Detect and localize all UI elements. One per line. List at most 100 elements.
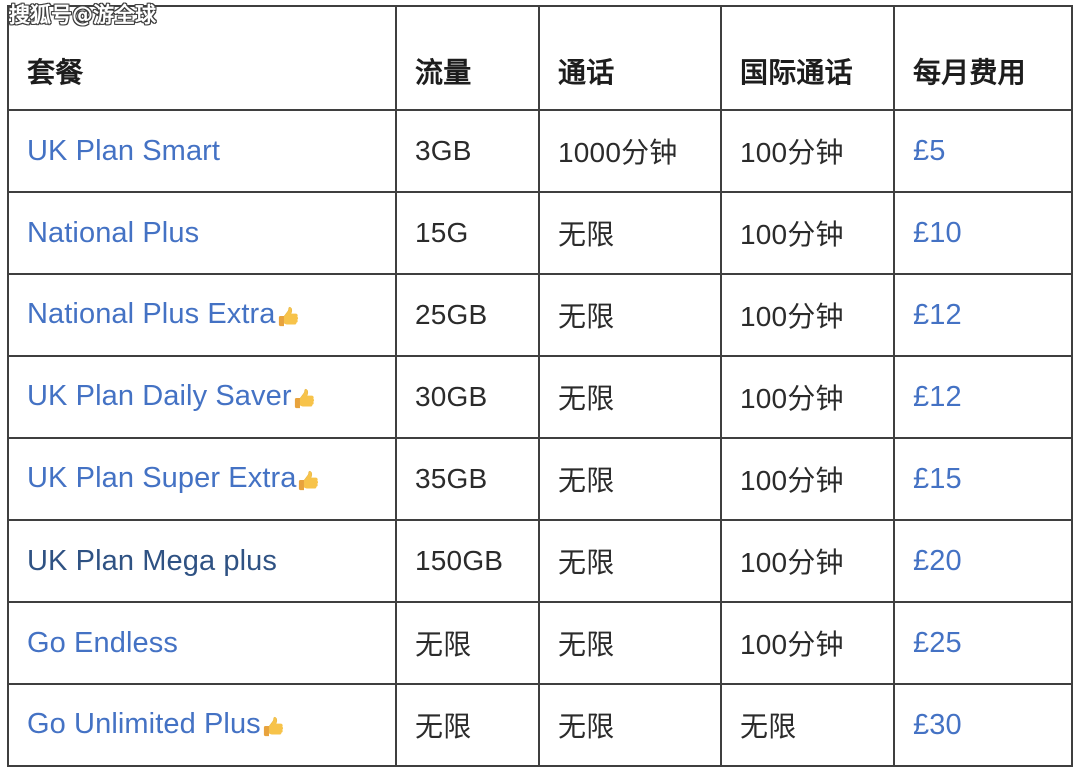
plan-name-link[interactable]: UK Plan Mega plus bbox=[27, 545, 277, 577]
international-minutes-value: 100分钟 bbox=[740, 301, 844, 332]
table-row: Go Endless 无限 无限 100分钟 £25 bbox=[7, 601, 1073, 685]
cell-price: £12 bbox=[893, 355, 1073, 439]
data-allowance-value: 3GB bbox=[415, 135, 472, 166]
cell-plan[interactable]: UK Plan Daily Saver bbox=[7, 355, 397, 439]
cell-price: £15 bbox=[893, 437, 1073, 521]
call-minutes-value: 无限 bbox=[558, 383, 615, 414]
column-header-price: 每月费用 bbox=[893, 5, 1073, 111]
plan-name-link[interactable]: National Plus Extra bbox=[27, 298, 276, 330]
monthly-price-value: £15 bbox=[913, 462, 962, 495]
cell-call: 无限 bbox=[538, 355, 722, 439]
plan-name-link[interactable]: UK Plan Daily Saver bbox=[27, 380, 292, 412]
table-row: UK Plan Daily Saver 30GB 无限 100分钟 £12 bbox=[7, 355, 1073, 439]
international-minutes-value: 100分钟 bbox=[740, 219, 844, 250]
call-minutes-value: 1000分钟 bbox=[558, 137, 678, 168]
cell-call: 无限 bbox=[538, 437, 722, 521]
monthly-price-value: £30 bbox=[913, 708, 962, 741]
plan-name-link[interactable]: UK Plan Super Extra bbox=[27, 462, 296, 494]
monthly-price-value: £12 bbox=[913, 380, 962, 413]
cell-intl: 100分钟 bbox=[720, 355, 895, 439]
monthly-price-value: £20 bbox=[913, 544, 962, 577]
international-minutes-value: 100分钟 bbox=[740, 383, 844, 414]
cell-data: 15G bbox=[395, 191, 540, 275]
cell-plan[interactable]: National Plus bbox=[7, 191, 397, 275]
cell-plan[interactable]: UK Plan Mega plus bbox=[7, 519, 397, 603]
cell-data: 35GB bbox=[395, 437, 540, 521]
data-allowance-value: 25GB bbox=[415, 299, 488, 330]
cell-intl: 100分钟 bbox=[720, 191, 895, 275]
data-allowance-value: 无限 bbox=[415, 629, 472, 660]
data-allowance-value: 30GB bbox=[415, 381, 488, 412]
call-minutes-value: 无限 bbox=[558, 547, 615, 578]
data-allowance-value: 150GB bbox=[415, 545, 504, 576]
cell-call: 无限 bbox=[538, 683, 722, 767]
table-header: 套餐 流量 通话 国际通话 每月费用 bbox=[7, 5, 1073, 111]
cell-intl: 100分钟 bbox=[720, 109, 895, 193]
call-minutes-value: 无限 bbox=[558, 219, 615, 250]
international-minutes-value: 100分钟 bbox=[740, 547, 844, 578]
cell-data: 25GB bbox=[395, 273, 540, 357]
table-body: UK Plan Smart 3GB 1000分钟 100分钟 £5 National Pl… bbox=[7, 109, 1073, 767]
thumbs-up-icon bbox=[260, 712, 285, 742]
table-header-row: 套餐 流量 通话 国际通话 每月费用 bbox=[7, 5, 1073, 111]
call-minutes-value: 无限 bbox=[558, 465, 615, 496]
table-row: UK Plan Super Extra 35GB 无限 100分钟 £15 bbox=[7, 437, 1073, 521]
column-header-call: 通话 bbox=[538, 5, 722, 111]
table-row: National Plus Extra 25GB 无限 100分钟 £12 bbox=[7, 273, 1073, 357]
cell-price: £20 bbox=[893, 519, 1073, 603]
column-header-plan: 套餐 bbox=[7, 5, 397, 111]
international-minutes-value: 100分钟 bbox=[740, 465, 844, 496]
monthly-price-value: £10 bbox=[913, 216, 962, 249]
cell-intl: 100分钟 bbox=[720, 273, 895, 357]
plan-name-link[interactable]: UK Plan Smart bbox=[27, 135, 220, 167]
cell-call: 无限 bbox=[538, 519, 722, 603]
cell-price: £10 bbox=[893, 191, 1073, 275]
page-root: 搜狐号@游全球 套餐 流量 通话 国际通话 每月费用 UK Plan Smart… bbox=[0, 0, 1080, 767]
cell-data: 30GB bbox=[395, 355, 540, 439]
cell-data: 150GB bbox=[395, 519, 540, 603]
call-minutes-value: 无限 bbox=[558, 711, 615, 742]
table-row: National Plus 15G 无限 100分钟 £10 bbox=[7, 191, 1073, 275]
cell-plan[interactable]: UK Plan Smart bbox=[7, 109, 397, 193]
cell-price: £30 bbox=[893, 683, 1073, 767]
cell-call: 无限 bbox=[538, 273, 722, 357]
monthly-price-value: £25 bbox=[913, 626, 962, 659]
international-minutes-value: 无限 bbox=[740, 711, 797, 742]
cell-plan[interactable]: Go Endless bbox=[7, 601, 397, 685]
cell-call: 无限 bbox=[538, 191, 722, 275]
cell-plan[interactable]: UK Plan Super Extra bbox=[7, 437, 397, 521]
plan-name-link[interactable]: National Plus bbox=[27, 217, 199, 249]
data-allowance-value: 15G bbox=[415, 217, 469, 248]
table-row: Go Unlimited Plus 无限 无限 无限 £30 bbox=[7, 683, 1073, 767]
cell-price: £5 bbox=[893, 109, 1073, 193]
cell-data: 无限 bbox=[395, 601, 540, 685]
cell-intl: 100分钟 bbox=[720, 519, 895, 603]
cell-data: 3GB bbox=[395, 109, 540, 193]
cell-price: £25 bbox=[893, 601, 1073, 685]
cell-data: 无限 bbox=[395, 683, 540, 767]
monthly-price-value: £12 bbox=[913, 298, 962, 331]
cell-price: £12 bbox=[893, 273, 1073, 357]
plan-name-link[interactable]: Go Unlimited Plus bbox=[27, 708, 261, 740]
plan-name-link[interactable]: Go Endless bbox=[27, 627, 178, 659]
mobile-plan-comparison-table: 套餐 流量 通话 国际通话 每月费用 UK Plan Smart 3GB 1000分… bbox=[7, 5, 1073, 767]
thumbs-up-icon bbox=[291, 384, 316, 414]
cell-intl: 无限 bbox=[720, 683, 895, 767]
cell-plan[interactable]: National Plus Extra bbox=[7, 273, 397, 357]
table-row: UK Plan Smart 3GB 1000分钟 100分钟 £5 bbox=[7, 109, 1073, 193]
column-header-data: 流量 bbox=[395, 5, 540, 111]
cell-call: 1000分钟 bbox=[538, 109, 722, 193]
thumbs-up-icon bbox=[295, 466, 320, 496]
cell-intl: 100分钟 bbox=[720, 437, 895, 521]
call-minutes-value: 无限 bbox=[558, 629, 615, 660]
cell-plan[interactable]: Go Unlimited Plus bbox=[7, 683, 397, 767]
call-minutes-value: 无限 bbox=[558, 301, 615, 332]
table-row: UK Plan Mega plus 150GB 无限 100分钟 £20 bbox=[7, 519, 1073, 603]
data-allowance-value: 无限 bbox=[415, 711, 472, 742]
thumbs-up-icon bbox=[275, 302, 300, 332]
international-minutes-value: 100分钟 bbox=[740, 629, 844, 660]
data-allowance-value: 35GB bbox=[415, 463, 488, 494]
cell-intl: 100分钟 bbox=[720, 601, 895, 685]
monthly-price-value: £5 bbox=[913, 134, 946, 167]
cell-call: 无限 bbox=[538, 601, 722, 685]
